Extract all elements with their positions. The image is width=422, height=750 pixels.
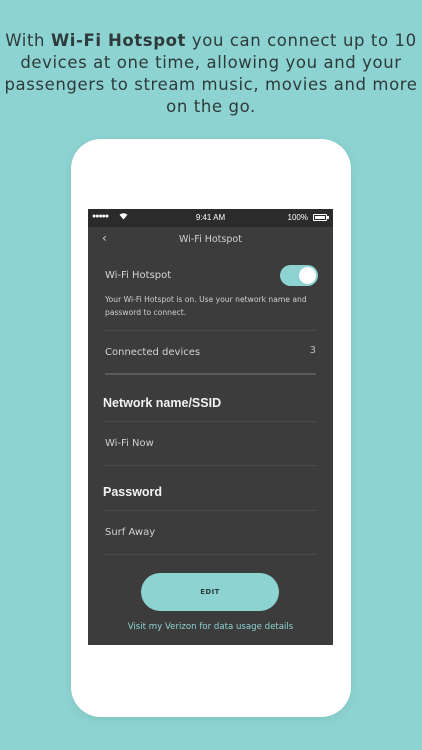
divider — [105, 330, 316, 331]
data-usage-link[interactable]: Visit my Verizon for data usage details — [88, 622, 333, 632]
divider — [105, 373, 316, 375]
network-name-field[interactable]: Wi-Fi Now — [105, 438, 154, 449]
battery-icon — [313, 214, 327, 221]
divider — [105, 421, 316, 422]
hotspot-description: Your Wi-Fi Hotspot is on. Use your netwo… — [105, 295, 307, 317]
connected-devices-label[interactable]: Connected devices — [105, 347, 200, 358]
hotspot-label: Wi-Fi Hotspot — [105, 270, 172, 281]
connected-devices-count: 3 — [309, 345, 316, 356]
headline: With Wi-Fi Hotspot you can connect up to… — [0, 30, 422, 118]
battery-tip — [327, 216, 329, 219]
edit-button[interactable]: EDIT — [141, 573, 279, 611]
app-screen: ●●●●● 9:41 AM 100% ‹ Wi-Fi Hotspot Wi-Fi… — [88, 209, 333, 645]
page-title: Wi-Fi Hotspot — [179, 234, 242, 245]
divider — [105, 510, 316, 511]
divider — [105, 465, 316, 466]
password-field[interactable]: Surf Away — [105, 527, 155, 538]
divider — [105, 554, 316, 555]
headline-prefix: With — [5, 31, 51, 50]
status-bar: ●●●●● 9:41 AM 100% — [88, 209, 333, 227]
network-heading: Network name/SSID — [103, 396, 222, 410]
battery-percent: 100% — [287, 213, 308, 222]
toggle-knob — [299, 267, 316, 284]
nav-bar: ‹ Wi-Fi Hotspot — [88, 227, 333, 253]
headline-bold: Wi-Fi Hotspot — [50, 31, 187, 50]
password-heading: Password — [103, 485, 163, 499]
hotspot-toggle[interactable] — [280, 265, 318, 286]
